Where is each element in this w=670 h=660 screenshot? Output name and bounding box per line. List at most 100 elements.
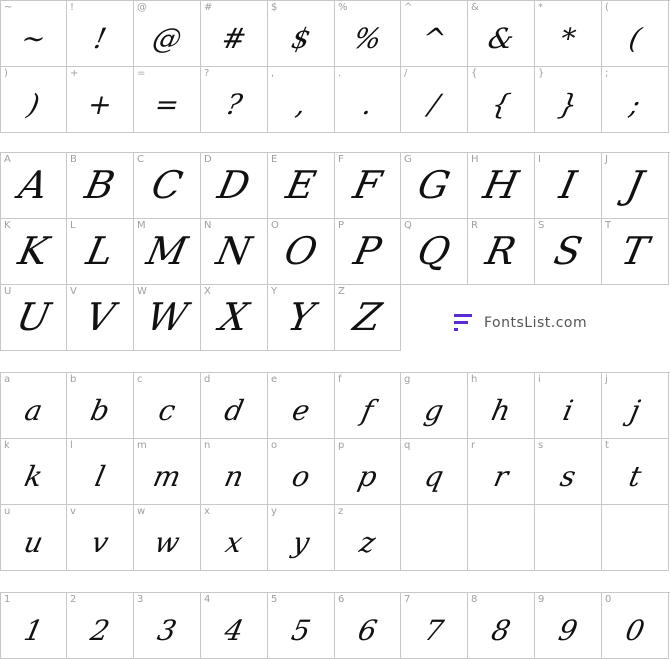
glyph-cell: OO: [268, 219, 335, 285]
glyph-label: .: [338, 68, 342, 79]
glyph-sample: N: [212, 229, 256, 273]
glyph-cell: CC: [134, 153, 201, 219]
glyph-label: ?: [204, 68, 210, 79]
glyph-cell: tt: [602, 439, 669, 505]
glyph-sample: 0: [622, 614, 648, 647]
glyph-label: ;: [605, 68, 609, 79]
glyph-sample: w: [151, 526, 183, 559]
glyph-label: R: [471, 220, 478, 231]
glyph-sample: *: [557, 22, 579, 55]
glyph-label: 5: [271, 594, 278, 605]
glyph-label: n: [204, 440, 211, 451]
glyph-sample: f: [358, 394, 377, 427]
glyph-sample: B: [81, 163, 119, 207]
glyph-label: ^: [404, 2, 413, 13]
glyph-sample: V: [81, 295, 119, 339]
glyph-cell: 88: [468, 593, 535, 659]
glyph-cell: cc: [134, 373, 201, 439]
glyph-label: 7: [404, 594, 411, 605]
glyph-sample: 3: [154, 614, 180, 647]
glyph-sample: S: [550, 229, 586, 273]
glyph-sample: ^: [418, 22, 450, 55]
glyph-cell: [401, 505, 468, 571]
glyph-label: b: [70, 374, 77, 385]
glyph-label: s: [538, 440, 544, 451]
glyph-label: z: [338, 506, 344, 517]
glyph-cell: rr: [468, 439, 535, 505]
glyph-cell: 44: [201, 593, 268, 659]
watermark: FontsList.com: [452, 308, 587, 338]
glyph-label: j: [605, 374, 608, 385]
glyph-label: ,: [271, 68, 275, 79]
glyph-row: ~ ~!! @ @ # # $ $%% ^ ^ & & * *((: [0, 1, 670, 67]
section-lowercase: aabbccddeeffgghhiijjkkllmmnnooppqqrrsstt…: [0, 372, 670, 571]
glyph-label: D: [204, 154, 212, 165]
glyph-label: x: [204, 506, 210, 517]
glyph-label: w: [137, 506, 146, 517]
glyph-cell: PP: [335, 219, 401, 285]
glyph-label: u: [4, 506, 11, 517]
glyph-label: p: [338, 440, 345, 451]
glyph-cell: DD: [201, 153, 268, 219]
glyph-sample: p: [355, 460, 381, 493]
glyph-row: )) + + = =??,,.. / /{{}};;: [0, 67, 670, 133]
glyph-sample: r: [490, 460, 512, 493]
glyph-sample: l: [92, 460, 109, 493]
fontslist-logo-icon: [452, 311, 472, 335]
glyph-cell: LL: [67, 219, 134, 285]
glyph-label: m: [137, 440, 147, 451]
glyph-cell: %%: [335, 1, 401, 67]
glyph-sample: s: [557, 460, 579, 493]
glyph-label: ): [4, 68, 8, 79]
glyph-label: V: [70, 286, 77, 297]
glyph-sample: }: [555, 88, 581, 121]
glyph-row: kkllmmnnooppqqrrsstt: [0, 439, 670, 505]
glyph-cell: HH: [468, 153, 535, 219]
glyph-cell: # #: [201, 1, 268, 67]
glyph-sample: k: [21, 460, 46, 493]
glyph-cell: GG: [401, 153, 468, 219]
glyph-sample: z: [356, 526, 379, 559]
glyph-cell: uu: [0, 505, 67, 571]
watermark-text: FontsList.com: [484, 315, 588, 331]
glyph-sample: 4: [221, 614, 247, 647]
glyph-sample: ): [24, 88, 43, 121]
glyph-cell: TT: [602, 219, 669, 285]
glyph-sample: X: [215, 295, 253, 339]
glyph-label: I: [538, 154, 541, 165]
glyph-sample: g: [421, 394, 447, 427]
glyph-cell: = =: [134, 67, 201, 133]
glyph-sample: E: [282, 163, 320, 207]
glyph-label: $: [271, 2, 278, 13]
glyph-sample: K: [14, 229, 53, 273]
glyph-cell: ,,: [268, 67, 335, 133]
glyph-label: 8: [471, 594, 478, 605]
glyph-label: f: [338, 374, 342, 385]
glyph-sample: !: [90, 22, 110, 55]
glyph-label: k: [4, 440, 10, 451]
glyph-label: #: [204, 2, 213, 13]
glyph-sample: L: [82, 229, 118, 273]
glyph-sample: ;: [626, 88, 644, 121]
glyph-sample: 6: [355, 614, 381, 647]
glyph-label: N: [204, 220, 212, 231]
glyph-cell: II: [535, 153, 602, 219]
glyph-label: (: [605, 2, 609, 13]
glyph-label: &: [471, 2, 479, 13]
glyph-label: 2: [70, 594, 77, 605]
glyph-label: G: [404, 154, 412, 165]
glyph-sample: a: [21, 394, 46, 427]
glyph-cell: & &: [468, 1, 535, 67]
glyph-cell: SS: [535, 219, 602, 285]
glyph-cell: 55: [268, 593, 335, 659]
glyph-cell: BB: [67, 153, 134, 219]
glyph-cell: kk: [0, 439, 67, 505]
glyph-label: X: [204, 286, 211, 297]
glyph-cell: YY: [268, 285, 335, 351]
glyph-cell: mm: [134, 439, 201, 505]
glyph-label: t: [605, 440, 609, 451]
glyph-label: =: [137, 68, 146, 79]
glyph-cell: @ @: [134, 1, 201, 67]
glyph-sample: b: [87, 394, 113, 427]
glyph-sample: W: [142, 295, 192, 339]
